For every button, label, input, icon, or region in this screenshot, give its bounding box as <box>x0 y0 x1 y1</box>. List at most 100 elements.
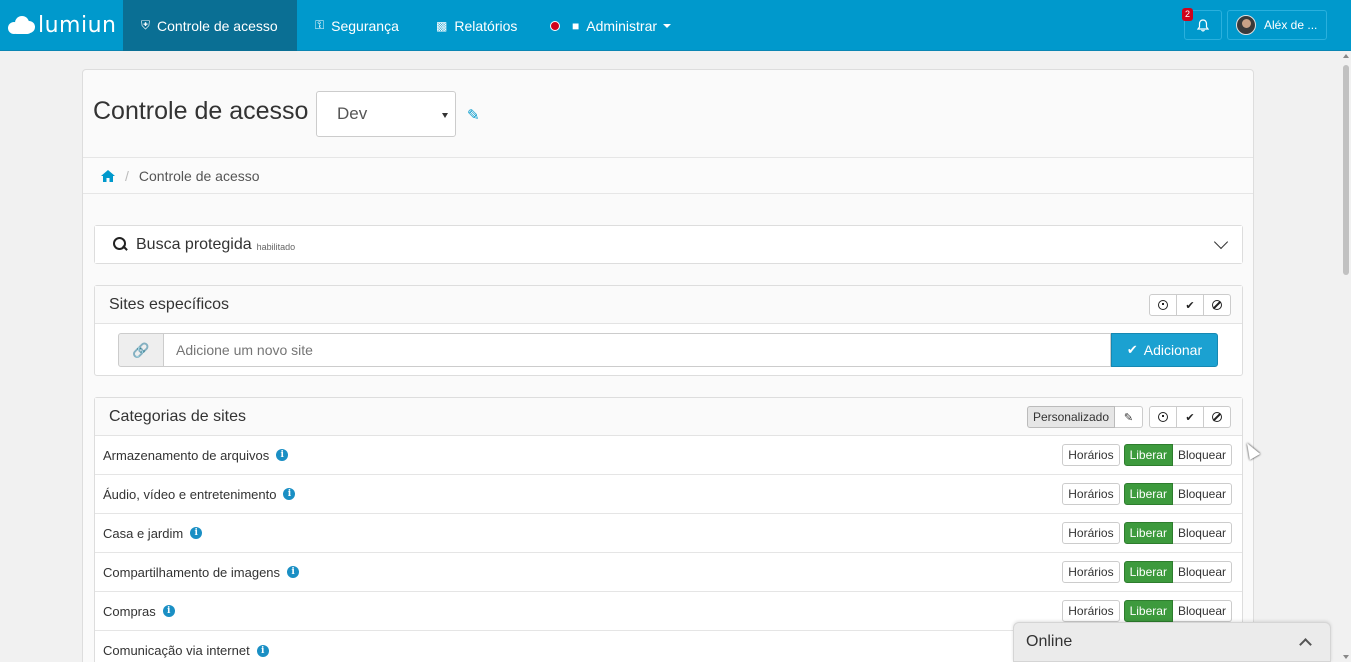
profile-select[interactable]: Dev <box>316 91 456 137</box>
nav-seguranca[interactable]: ⚿ Segurança <box>297 0 417 51</box>
nav-administrar[interactable]: ■ Administrar <box>532 0 689 51</box>
chevron-down-icon[interactable] <box>1213 234 1229 250</box>
block-button[interactable]: Bloquear <box>1172 561 1232 583</box>
top-navbar: lumiun ⛨ Controle de acesso ⚿ Segurança … <box>0 0 1351 51</box>
sites-especificos-panel: Sites específicos ✔ 🔗 ✔ Adicionar <box>94 285 1243 376</box>
category-name: Compartilhamento de imagens <box>103 564 281 580</box>
nav-relatorios[interactable]: ▩ Relatórios <box>418 0 535 51</box>
shield-icon: ⛨ <box>141 18 151 32</box>
home-icon[interactable] <box>101 169 115 182</box>
nav-controle-de-acesso[interactable]: ⛨ Controle de acesso <box>123 0 297 51</box>
chat-widget[interactable]: Online <box>1013 622 1331 662</box>
new-site-input[interactable] <box>164 333 1111 367</box>
breadcrumb-current: Controle de acesso <box>138 167 260 184</box>
busca-protegida-header[interactable]: Busca protegida habilitado <box>95 226 1242 263</box>
category-row: Áudio, vídeo e entretenimento i Horários… <box>95 475 1242 514</box>
category-row: Armazenamento de arquivos i Horários Lib… <box>95 436 1242 475</box>
briefcase-icon: ■ <box>572 18 580 33</box>
categorias-title: Categorias de sites <box>109 407 246 425</box>
info-icon[interactable]: i <box>190 527 203 539</box>
notification-badge: 2 <box>1182 8 1194 21</box>
category-name: Comunicação via internet <box>103 643 250 658</box>
schedule-button[interactable] <box>1149 294 1177 316</box>
nav-label: Administrar <box>586 17 658 34</box>
schedule-button[interactable]: Horários <box>1062 600 1120 622</box>
block-button[interactable]: Bloquear <box>1172 522 1232 544</box>
allow-button[interactable]: Liberar <box>1123 561 1173 583</box>
block-all-button[interactable] <box>1203 294 1231 316</box>
ban-icon <box>1212 300 1222 310</box>
scroll-down-arrow-icon[interactable] <box>1343 655 1349 659</box>
info-icon[interactable]: i <box>276 449 289 461</box>
category-name: Compras <box>103 603 156 619</box>
category-actions: Horários Liberar Bloquear <box>1062 483 1232 505</box>
notifications-button[interactable]: 2 <box>1182 8 1222 40</box>
category-row: Casa e jardim i Horários Liberar Bloquea… <box>95 514 1242 553</box>
sites-especificos-title: Sites específicos <box>109 295 230 313</box>
category-name: Armazenamento de arquivos <box>103 447 270 463</box>
schedule-button[interactable]: Horários <box>1062 444 1120 466</box>
categories-mode-buttons: ✔ <box>1149 406 1231 428</box>
recording-dot-icon <box>550 20 560 31</box>
scrollbar-thumb[interactable] <box>1343 65 1349 275</box>
custom-mode-badge[interactable]: Personalizado <box>1026 406 1115 428</box>
busca-protegida-panel[interactable]: Busca protegida habilitado <box>94 225 1243 264</box>
brand-logo[interactable]: lumiun <box>8 12 117 38</box>
user-menu-button[interactable]: Aléx de ... <box>1227 10 1327 40</box>
chat-status: Online <box>1026 633 1073 650</box>
block-button[interactable]: Bloquear <box>1172 600 1232 622</box>
chevron-up-icon[interactable] <box>1299 638 1312 651</box>
breadcrumb: / Controle de acesso <box>83 157 1253 194</box>
ban-icon <box>1212 412 1222 422</box>
bar-chart-icon: ▩ <box>436 18 448 33</box>
category-name: Áudio, vídeo e entretenimento <box>103 486 277 502</box>
sites-mode-buttons: ✔ <box>1149 294 1231 316</box>
info-icon[interactable]: i <box>162 605 175 617</box>
profile-select-value: Dev <box>337 104 368 123</box>
page-title: Controle de acesso <box>93 97 309 125</box>
search-icon <box>113 237 128 252</box>
caret-down-icon <box>442 113 448 118</box>
block-button[interactable]: Bloquear <box>1172 483 1232 505</box>
category-name: Casa e jardim <box>103 525 184 541</box>
info-icon[interactable]: i <box>283 488 296 500</box>
edit-profile-pencil-icon[interactable]: ✎ <box>467 106 480 124</box>
allow-button[interactable]: Liberar <box>1123 600 1173 622</box>
scroll-up-arrow-icon[interactable] <box>1343 54 1349 58</box>
allow-button[interactable]: Liberar <box>1123 444 1173 466</box>
allow-all-button[interactable]: ✔ <box>1176 406 1204 428</box>
category-actions: Horários Liberar Bloquear <box>1062 600 1232 622</box>
key-icon: ⚿ <box>315 18 325 32</box>
schedule-button[interactable]: Horários <box>1062 522 1120 544</box>
categories-mode-group: Personalizado ✎ <box>1026 406 1143 428</box>
page-scrollbar[interactable] <box>1341 51 1351 662</box>
nav-label: Controle de acesso <box>157 17 278 34</box>
edit-categories-pencil-icon[interactable]: ✎ <box>1115 406 1143 428</box>
clock-icon <box>1158 412 1168 422</box>
add-site-button[interactable]: ✔ Adicionar <box>1111 333 1218 367</box>
check-icon: ✔ <box>1185 299 1195 312</box>
clock-icon <box>1158 300 1168 310</box>
block-all-button[interactable] <box>1203 406 1231 428</box>
check-icon: ✔ <box>1185 411 1195 424</box>
info-icon[interactable]: i <box>256 644 269 657</box>
user-name: Aléx de ... <box>1264 18 1318 32</box>
schedule-button[interactable] <box>1149 406 1177 428</box>
avatar <box>1236 15 1256 35</box>
link-icon: 🔗 <box>118 333 164 367</box>
cloud-logo-icon <box>8 14 36 36</box>
info-icon[interactable]: i <box>287 566 300 578</box>
allow-button[interactable]: Liberar <box>1123 522 1173 544</box>
schedule-button[interactable]: Horários <box>1062 483 1120 505</box>
category-actions: Horários Liberar Bloquear <box>1062 444 1232 466</box>
allow-all-button[interactable]: ✔ <box>1176 294 1204 316</box>
block-button[interactable]: Bloquear <box>1172 444 1232 466</box>
check-icon: ✔ <box>1126 342 1138 357</box>
schedule-button[interactable]: Horários <box>1062 561 1120 583</box>
allow-button[interactable]: Liberar <box>1123 483 1173 505</box>
categorias-header: Categorias de sites Personalizado ✎ ✔ <box>95 398 1242 436</box>
busca-protegida-title: Busca protegida <box>136 235 252 253</box>
bell-icon <box>1197 18 1209 32</box>
busca-protegida-status: habilitado <box>256 241 296 252</box>
nav-label: Relatórios <box>454 17 518 34</box>
